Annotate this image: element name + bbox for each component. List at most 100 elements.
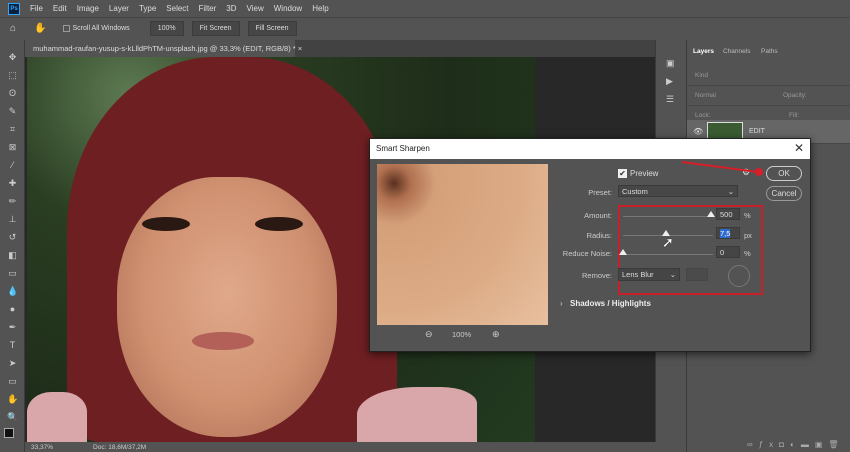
type-tool-icon[interactable]: T <box>7 340 18 351</box>
menu-type[interactable]: Type <box>139 4 156 13</box>
preset-select[interactable]: Custom ⌄ <box>618 185 738 197</box>
eyedropper-icon[interactable]: ⁄ <box>7 160 18 171</box>
brush-tool-icon[interactable]: ✏ <box>7 196 18 207</box>
preview-checkbox[interactable]: ✔ <box>618 169 627 178</box>
status-bar: 33,37% Doc: 18,6M/37,2M <box>25 442 685 452</box>
toolbar: ✥ ⬚ ʘ ✎ ⌗ ⊠ ⁄ ✚ ✏ ⊥ ↺ ◧ ▭ 💧 ● ✒ T ➤ ▭ ✋ … <box>0 40 25 452</box>
blend-mode-select[interactable]: Normal <box>695 92 716 99</box>
layer-name: EDIT <box>749 128 765 135</box>
radius-label: Radius: <box>586 231 612 240</box>
path-select-icon[interactable]: ➤ <box>7 358 18 369</box>
marquee-tool-icon[interactable]: ⬚ <box>7 70 18 81</box>
menu-file[interactable]: File <box>30 4 43 13</box>
stamp-tool-icon[interactable]: ⊥ <box>7 214 18 225</box>
menu-select[interactable]: Select <box>166 4 188 13</box>
reduce-noise-unit: % <box>744 249 751 258</box>
amount-label: Amount: <box>584 211 612 220</box>
chevron-right-icon[interactable]: › <box>560 299 563 308</box>
zoom-in-icon[interactable]: ⊕ <box>492 329 500 340</box>
mouse-cursor-icon: ➚ <box>662 234 674 250</box>
reduce-noise-label: Reduce Noise: <box>562 249 612 258</box>
menu-filter[interactable]: Filter <box>199 4 217 13</box>
eraser-icon[interactable]: ◧ <box>7 250 18 261</box>
preview-zoom-level: 100% <box>452 330 472 339</box>
crop-tool-icon[interactable]: ⌗ <box>7 124 18 135</box>
checkbox[interactable] <box>62 25 70 32</box>
preset-label: Preset: <box>588 188 612 197</box>
menu-window[interactable]: Window <box>274 4 302 13</box>
close-tab-icon[interactable]: × <box>298 44 302 53</box>
menu-image[interactable]: Image <box>77 4 99 13</box>
zoom-out-icon[interactable]: ⊖ <box>425 329 433 340</box>
play-icon[interactable]: ▶ <box>666 76 673 87</box>
zoom-tool-icon[interactable]: 🔍 <box>7 412 18 423</box>
move-tool-icon[interactable]: ✥ <box>7 52 18 63</box>
preview-label: Preview <box>630 169 659 178</box>
menu-help[interactable]: Help <box>312 4 328 13</box>
chevron-down-icon: ⌄ <box>669 270 676 279</box>
history-icon[interactable]: ▣ <box>666 58 675 69</box>
tab-paths[interactable]: Paths <box>761 48 778 55</box>
radius-input[interactable]: 7,5 <box>716 227 740 239</box>
blur-tool-icon[interactable]: 💧 <box>7 286 18 297</box>
properties-icon[interactable]: ☰ <box>666 94 674 105</box>
hand-tool-icon[interactable]: ✋ <box>7 394 18 405</box>
reduce-noise-slider-thumb[interactable] <box>619 249 627 255</box>
fill-screen-button[interactable]: Fill Screen <box>247 21 297 36</box>
foreground-color-swatch[interactable] <box>4 428 14 438</box>
reduce-noise-slider[interactable] <box>623 254 713 255</box>
document-title: muhammad-raufan-yusup-s-kLlldPhTM-unspla… <box>33 44 296 53</box>
document-tab[interactable]: muhammad-raufan-yusup-s-kLlldPhTM-unspla… <box>25 40 302 57</box>
fit-screen-button[interactable]: Fit Screen <box>191 21 240 36</box>
photoshop-logo: Ps <box>8 2 20 15</box>
opacity-label: Opacity: <box>783 92 807 99</box>
visibility-eye-icon[interactable]: 👁 <box>693 127 703 136</box>
zoom-level[interactable]: 33,37% <box>31 444 53 451</box>
lasso-tool-icon[interactable]: ʘ <box>7 88 18 99</box>
cancel-button[interactable]: Cancel <box>766 186 802 201</box>
layer-filter-row: Kind <box>687 66 850 86</box>
hand-tool-icon[interactable]: ✋ <box>34 23 46 34</box>
rectangle-tool-icon[interactable]: ▭ <box>7 376 18 387</box>
chevron-down-icon: ⌄ <box>727 187 734 196</box>
amount-slider-thumb[interactable] <box>707 211 716 217</box>
healing-brush-icon[interactable]: ✚ <box>7 178 18 189</box>
frame-tool-icon[interactable]: ⊠ <box>7 142 18 153</box>
dialog-titlebar[interactable]: Smart Sharpen ✕ <box>370 139 810 159</box>
pen-tool-icon[interactable]: ✒ <box>7 322 18 333</box>
dodge-tool-icon[interactable]: ● <box>7 304 18 315</box>
remove-value: Lens Blur <box>622 270 654 279</box>
home-icon[interactable]: ⌂ <box>10 23 16 34</box>
fill-label: Fill: <box>789 112 800 119</box>
close-icon[interactable]: ✕ <box>794 141 804 155</box>
preview-image[interactable] <box>377 164 548 325</box>
reduce-noise-input[interactable]: 0 <box>716 246 740 258</box>
blend-row: Normal Opacity: <box>687 86 850 106</box>
scroll-all-windows-label: Scroll All Windows <box>72 25 130 32</box>
history-brush-icon[interactable]: ↺ <box>7 232 18 243</box>
gradient-icon[interactable]: ▭ <box>7 268 18 279</box>
zoom-100-button[interactable]: 100% <box>149 21 184 36</box>
kind-filter[interactable]: Kind <box>695 72 708 79</box>
menu-3d[interactable]: 3D <box>226 4 236 13</box>
angle-input <box>686 268 708 281</box>
doc-size: Doc: 18,6M/37,2M <box>93 443 147 451</box>
quick-select-icon[interactable]: ✎ <box>7 106 18 117</box>
preset-value: Custom <box>622 187 648 196</box>
remove-label: Remove: <box>581 271 612 280</box>
menu-layer[interactable]: Layer <box>109 4 129 13</box>
amount-input[interactable]: 500 <box>716 208 740 220</box>
ok-button[interactable]: OK <box>766 166 802 181</box>
menu-bar: Ps File Edit Image Layer Type Select Fil… <box>0 0 850 17</box>
tab-channels[interactable]: Channels <box>723 48 750 55</box>
layer-actions[interactable]: ∞ƒx◘◐▬▣🗑 <box>747 440 845 449</box>
options-bar: ⌂ ✋ Scroll All Windows 100% Fit Screen F… <box>0 17 850 39</box>
tab-layers[interactable]: Layers <box>693 48 714 55</box>
shadows-highlights-toggle[interactable]: Shadows / Highlights <box>570 299 651 308</box>
angle-dial <box>728 265 750 287</box>
remove-select[interactable]: Lens Blur ⌄ <box>618 268 680 281</box>
settings-gear-icon[interactable]: ⚙ <box>742 167 750 178</box>
menu-view[interactable]: View <box>247 4 264 13</box>
menu-edit[interactable]: Edit <box>53 4 67 13</box>
amount-slider[interactable] <box>623 216 713 217</box>
